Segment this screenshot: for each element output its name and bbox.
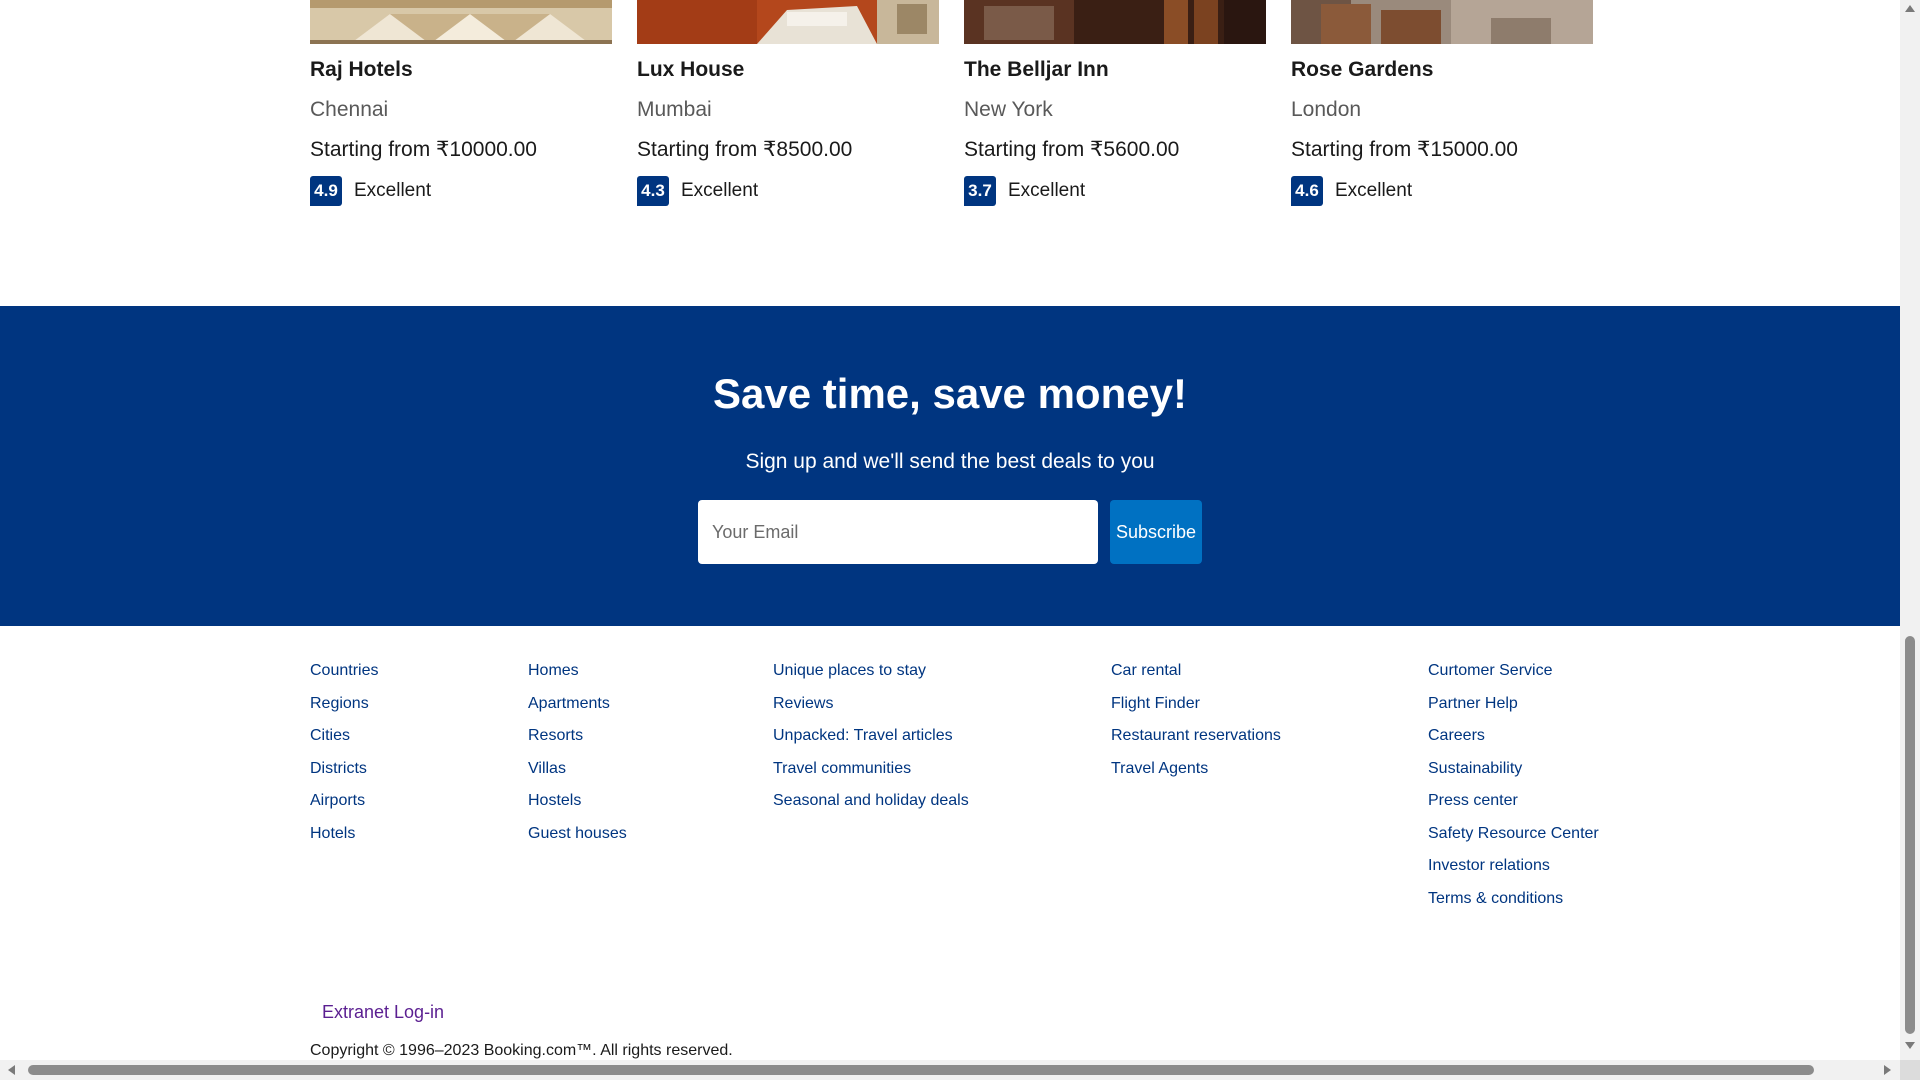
hotel-name[interactable]: Lux House: [637, 58, 744, 82]
hotel-photo[interactable]: [310, 0, 612, 44]
hotel-rating: 4.6 Excellent: [1291, 176, 1412, 206]
footer-link[interactable]: Safety Resource Center: [1428, 825, 1599, 858]
scrollbar-corner: [1900, 1060, 1920, 1080]
footer-link[interactable]: Curtomer Service: [1428, 662, 1599, 695]
footer-link[interactable]: Resorts: [528, 727, 627, 760]
footer-link[interactable]: Reviews: [773, 695, 969, 728]
footer-link[interactable]: Travel Agents: [1111, 760, 1281, 793]
footer-column-services: Car rental Flight Finder Restaurant rese…: [1111, 662, 1281, 792]
footer-link[interactable]: Flight Finder: [1111, 695, 1281, 728]
hotel-card[interactable]: Raj Hotels Chennai Starting from ₹10000.…: [310, 0, 612, 206]
hotel-rating: 3.7 Excellent: [964, 176, 1085, 206]
footer-link[interactable]: Cities: [310, 727, 378, 760]
hotel-name[interactable]: Raj Hotels: [310, 58, 413, 82]
hotel-city: London: [1291, 98, 1362, 121]
footer-link[interactable]: Travel communities: [773, 760, 969, 793]
footer-link[interactable]: Seasonal and holiday deals: [773, 792, 969, 825]
newsletter-subtitle: Sign up and we'll send the best deals to…: [745, 450, 1155, 473]
hotel-card[interactable]: The Belljar Inn New York Starting from ₹…: [964, 0, 1266, 206]
rating-label: Excellent: [681, 180, 759, 201]
hotel-photo[interactable]: [1291, 0, 1593, 44]
hotel-price: Starting from ₹5600.00: [964, 138, 1180, 161]
extranet-login-link[interactable]: Extranet Log-in: [322, 1002, 444, 1023]
hotel-rating: 4.3 Excellent: [637, 176, 758, 206]
footer-link[interactable]: Guest houses: [528, 825, 627, 858]
footer-link[interactable]: Unique places to stay: [773, 662, 969, 695]
footer-link[interactable]: Countries: [310, 662, 378, 695]
footer-link[interactable]: Apartments: [528, 695, 627, 728]
scroll-right-arrow-icon[interactable]: [1884, 1065, 1891, 1075]
footer-link[interactable]: Partner Help: [1428, 695, 1599, 728]
footer-link[interactable]: Regions: [310, 695, 378, 728]
footer-link[interactable]: Sustainability: [1428, 760, 1599, 793]
hotel-price: Starting from ₹10000.00: [310, 138, 537, 161]
hotel-card[interactable]: Rose Gardens London Starting from ₹15000…: [1291, 0, 1593, 206]
hotel-photo[interactable]: [637, 0, 939, 44]
copyright-text: Copyright © 1996–2023 Booking.com™. All …: [310, 1042, 733, 1059]
footer-link[interactable]: Press center: [1428, 792, 1599, 825]
newsletter-title: Save time, save money!: [713, 370, 1187, 417]
rating-label: Excellent: [1008, 180, 1086, 201]
footer-link[interactable]: Careers: [1428, 727, 1599, 760]
footer-link[interactable]: Restaurant reservations: [1111, 727, 1281, 760]
rating-score-badge: 4.9: [310, 176, 342, 206]
hotel-name[interactable]: Rose Gardens: [1291, 58, 1433, 82]
rating-score-badge: 4.6: [1291, 176, 1323, 206]
hotel-name[interactable]: The Belljar Inn: [964, 58, 1109, 82]
newsletter-section: Save time, save money! Sign up and we'll…: [0, 306, 1900, 626]
email-input[interactable]: [698, 500, 1098, 564]
horizontal-scrollbar[interactable]: [0, 1060, 1900, 1080]
subscribe-button[interactable]: Subscribe: [1110, 500, 1202, 564]
hotel-photo[interactable]: [964, 0, 1266, 44]
footer-link[interactable]: Airports: [310, 792, 378, 825]
footer-link[interactable]: Homes: [528, 662, 627, 695]
footer-link[interactable]: Car rental: [1111, 662, 1281, 695]
vertical-scroll-thumb[interactable]: [1905, 636, 1915, 1034]
footer-column-property-types: Homes Apartments Resorts Villas Hostels …: [528, 662, 627, 857]
hotel-rating: 4.9 Excellent: [310, 176, 431, 206]
hotel-cards: Raj Hotels Chennai Starting from ₹10000.…: [310, 0, 1600, 306]
horizontal-scroll-thumb[interactable]: [28, 1065, 1814, 1075]
footer-link[interactable]: Unpacked: Travel articles: [773, 727, 969, 760]
hotel-price: Starting from ₹15000.00: [1291, 138, 1518, 161]
hotel-price: Starting from ₹8500.00: [637, 138, 853, 161]
rating-label: Excellent: [1335, 180, 1413, 201]
footer-link[interactable]: Districts: [310, 760, 378, 793]
rating-score-badge: 4.3: [637, 176, 669, 206]
footer-link[interactable]: Terms & conditions: [1428, 890, 1599, 923]
scroll-down-arrow-icon[interactable]: [1905, 1042, 1915, 1049]
footer-column-discover: Unique places to stay Reviews Unpacked: …: [773, 662, 969, 825]
footer-column-places: Countries Regions Cities Districts Airpo…: [310, 662, 378, 857]
footer-column-company: Curtomer Service Partner Help Careers Su…: [1428, 662, 1599, 922]
hotel-city: New York: [964, 98, 1053, 121]
hotel-card[interactable]: Lux House Mumbai Starting from ₹8500.00 …: [637, 0, 939, 206]
vertical-scrollbar[interactable]: [1900, 0, 1920, 1080]
hotel-city: Chennai: [310, 98, 389, 121]
rating-label: Excellent: [354, 180, 432, 201]
rating-score-badge: 3.7: [964, 176, 996, 206]
hotel-city: Mumbai: [637, 98, 712, 121]
footer-link[interactable]: Hotels: [310, 825, 378, 858]
footer-link[interactable]: Hostels: [528, 792, 627, 825]
footer-link[interactable]: Villas: [528, 760, 627, 793]
footer-link[interactable]: Investor relations: [1428, 857, 1599, 890]
scroll-up-arrow-icon[interactable]: [1905, 5, 1915, 12]
scroll-left-arrow-icon[interactable]: [8, 1065, 15, 1075]
